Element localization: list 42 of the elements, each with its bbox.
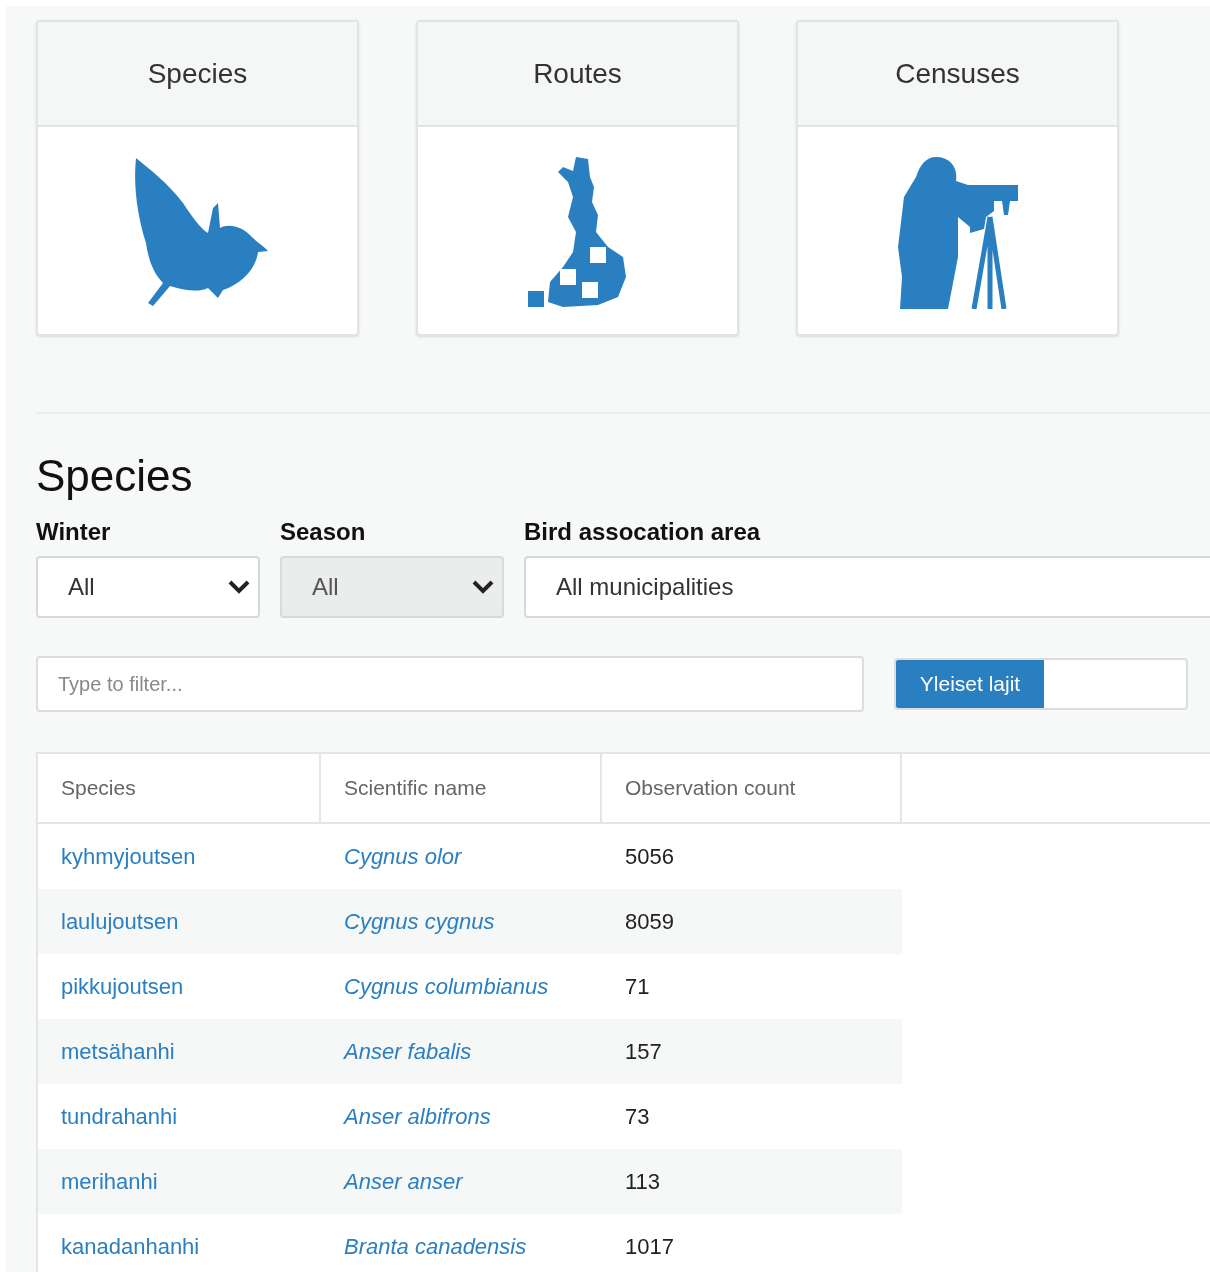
column-header[interactable]: Scientific name: [321, 754, 602, 822]
filter-label: Winter: [36, 517, 112, 547]
nav-card[interactable]: Routes: [416, 20, 739, 336]
table-cell: 113: [625, 1169, 661, 1194]
filter-label: Bird assocation area: [524, 517, 762, 547]
species-link[interactable]: metsähanhi: [61, 1039, 175, 1064]
species-link[interactable]: laulujoutsen: [61, 909, 179, 934]
species-link[interactable]: pikkujoutsen: [61, 974, 184, 999]
card-title: Censuses: [895, 56, 1020, 91]
table-cell: 157: [625, 1039, 662, 1064]
species-link[interactable]: tundrahanhi: [61, 1104, 178, 1129]
card-title: Routes: [533, 56, 622, 91]
photographer-silhouette-icon: [897, 156, 1018, 309]
card-title: Species: [147, 56, 248, 91]
column-header[interactable]: Species: [38, 754, 321, 822]
section-heading: Species: [36, 450, 194, 502]
scientific-name-link[interactable]: Anser anser: [344, 1169, 463, 1194]
column-header[interactable]: Observation count: [602, 754, 902, 822]
scientific-name-link[interactable]: Anser fabalis: [344, 1039, 472, 1064]
table-cell: 8059: [625, 909, 674, 934]
area-field[interactable]: All municipalities: [524, 556, 1210, 618]
scientific-name-link[interactable]: Cygnus cygnus: [344, 909, 495, 934]
scientific-name-link[interactable]: Cygnus columbianus: [344, 974, 549, 999]
table-cell: 1017: [625, 1234, 674, 1259]
filter-input[interactable]: Type to filter...: [36, 656, 864, 712]
species-link[interactable]: merihanhi: [61, 1169, 158, 1194]
table-cell: 71: [625, 974, 650, 999]
toggle-option[interactable]: Yleiset lajit: [896, 660, 1044, 708]
scientific-name-link[interactable]: Cygnus olor: [344, 844, 462, 869]
scientific-name-link[interactable]: Anser albifrons: [344, 1104, 491, 1129]
chevron-down-icon: [228, 580, 250, 594]
species-link[interactable]: kanadanhanhi: [61, 1234, 200, 1259]
nav-card[interactable]: Censuses: [796, 20, 1119, 336]
filter-label: Season: [280, 517, 367, 547]
chevron-down-icon: [472, 580, 494, 594]
scientific-name-link[interactable]: Branta canadensis: [344, 1234, 527, 1259]
map-icon: [527, 156, 628, 309]
nav-card[interactable]: Species: [36, 20, 359, 336]
table-cell: 73: [625, 1104, 650, 1129]
select-dropdown[interactable]: All: [36, 556, 260, 618]
table-cell: 5056: [625, 844, 674, 869]
species-link[interactable]: kyhmyjoutsen: [61, 844, 196, 869]
